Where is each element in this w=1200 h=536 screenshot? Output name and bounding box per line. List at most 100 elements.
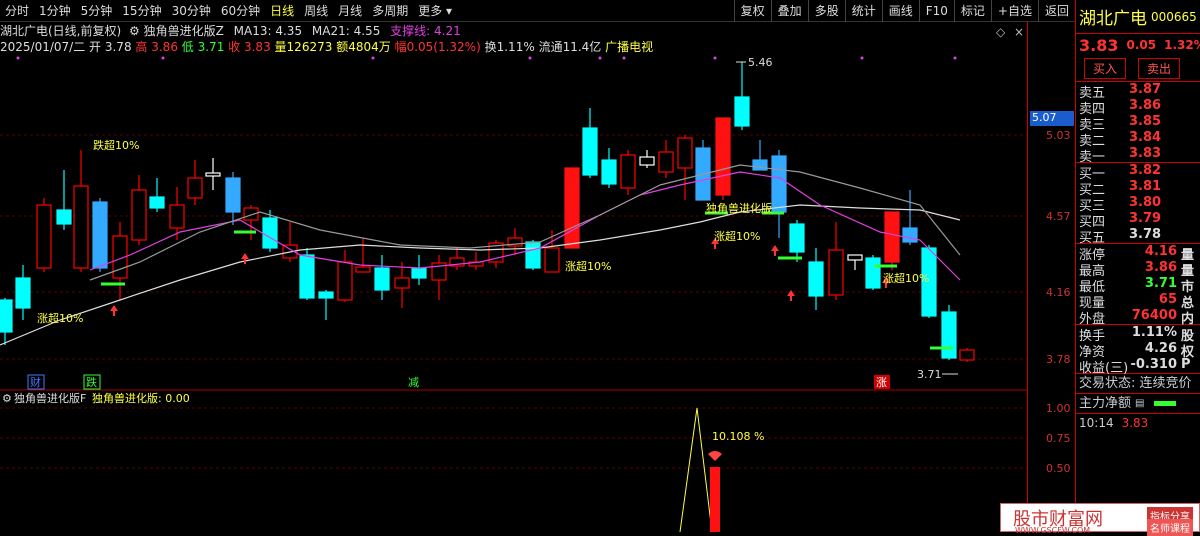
candle-body [620, 154, 636, 189]
marker-zhang-label: 涨 [876, 376, 887, 389]
bid-price: 3.82 [1129, 163, 1162, 178]
stat-value: 1.11% [1131, 325, 1177, 340]
kline-chart[interactable]: 跌超10% 涨超10% 涨超10% 涨超10% 独角兽进化版 涨超10% 5.4… [0, 0, 1075, 532]
stat-label: 净资 [1079, 345, 1106, 360]
candle-body [36, 204, 52, 269]
marker-cai-label: 财 [30, 375, 41, 389]
candle-body [73, 185, 89, 269]
low-label: 3.71 [917, 368, 942, 381]
sub-y-tick: 0.75 [1046, 432, 1071, 445]
stat-unit: 股 [1181, 329, 1195, 344]
ask-label: 卖四 [1079, 102, 1106, 117]
list-icon[interactable]: ▤ [1135, 394, 1144, 414]
stat-unit: 权 [1181, 345, 1195, 360]
candle-body [865, 257, 881, 289]
price-change-pct: 1.32% [1164, 38, 1200, 52]
candles [0, 62, 975, 362]
y-tick: 5.03 [1046, 129, 1071, 142]
stat-value: 4.16 [1144, 244, 1177, 259]
close-icon[interactable]: × [1014, 25, 1024, 39]
stat-label: 涨停 [1079, 248, 1106, 263]
bid-row: 买一 3.82 [1076, 163, 1200, 182]
candle-body [847, 254, 863, 261]
ask-book: 卖五 3.87 卖四 3.86 卖三 3.85 卖二 3.84 卖一 3.83 [1076, 82, 1200, 165]
bid-price: 3.81 [1129, 179, 1162, 194]
bid-book: 买一 3.82 买二 3.81 买三 3.80 买四 3.79 买五 3.78 [1076, 162, 1200, 246]
stat-label: 现量 [1079, 296, 1106, 311]
buy-button[interactable]: 买入 [1084, 58, 1127, 79]
candle-body [884, 211, 900, 263]
candle-body [525, 241, 541, 269]
bid-row: 买四 3.79 [1076, 211, 1200, 230]
watermark-logo: 股市财富网 WWW.GSCFW.COM 指标分享 名师课程 [1000, 503, 1200, 536]
sub-bar [710, 467, 720, 532]
current-price: 3.83 [1079, 35, 1119, 55]
annotation-rise-10: 涨超10% [883, 271, 929, 285]
candle-body [0, 299, 13, 333]
stat-row: 换手 1.11% 股 [1076, 325, 1200, 344]
candle-body [902, 227, 918, 243]
ask-price: 3.83 [1129, 146, 1162, 161]
sub-gear-icon[interactable]: ⚙ [2, 392, 12, 405]
main-net-row: 主力净额 ▤ [1076, 393, 1200, 413]
candle-body [318, 291, 334, 299]
candle-body [828, 249, 844, 296]
ask-row: 卖二 3.84 [1076, 130, 1200, 149]
candle-body [771, 155, 787, 213]
candle-body [355, 266, 371, 273]
candle-body [677, 137, 693, 169]
y-tick: 3.78 [1046, 353, 1071, 366]
marker-jian-label[interactable]: 减 [408, 376, 419, 389]
stat-row: 现量 65 总 [1076, 292, 1200, 311]
stat-row: 收益(三) -0.310 P [1076, 357, 1200, 376]
bid-price: 3.80 [1129, 195, 1162, 210]
ask-row: 卖三 3.85 [1076, 114, 1200, 133]
stat-label: 收益(三) [1079, 361, 1129, 376]
candle-body [92, 201, 108, 269]
tick-time: 10:14 [1079, 416, 1114, 430]
ask-price: 3.86 [1129, 98, 1162, 113]
sub-y-tick: 0.50 [1046, 462, 1071, 475]
stat-row: 外盘 76400 内 [1076, 308, 1200, 327]
candle-body [149, 196, 165, 209]
ask-row: 卖四 3.86 [1076, 98, 1200, 117]
price-axis: 5.07 5.03 4.57 4.16 3.78 1.00 0.75 0.50 [1027, 22, 1075, 532]
watermark-url: WWW.GSCFW.COM [1015, 526, 1091, 535]
stat-unit: 市 [1181, 280, 1195, 295]
bid-label: 买二 [1079, 183, 1106, 198]
candle-body [169, 204, 185, 229]
y-tick: 4.57 [1046, 210, 1071, 223]
candle-body [789, 223, 805, 253]
stock-name: 湖北广电 [1079, 9, 1147, 29]
price-highlight: 5.07 [1030, 111, 1074, 126]
annotation-rise-10: 涨超10% [714, 229, 760, 243]
quote-title: 湖北广电 000665 [1076, 0, 1200, 34]
annotation-fall-10: 跌超10% [93, 138, 139, 152]
ask-row: 卖五 3.87 [1076, 82, 1200, 101]
candle-body [337, 261, 353, 301]
sell-button[interactable]: 卖出 [1138, 58, 1181, 79]
stat-row: 涨停 4.16 量 [1076, 244, 1200, 263]
stats-block-1: 涨停 4.16 量 最高 3.86 量 最低 3.71 市 现量 65 总 外盘 76400 内 [1076, 243, 1200, 327]
stat-row: 净资 4.26 权 [1076, 341, 1200, 360]
bid-label: 买一 [1079, 167, 1106, 182]
candle-body [374, 267, 390, 291]
ask-price: 3.87 [1129, 82, 1162, 97]
stat-label: 最高 [1079, 264, 1106, 279]
candle-body [564, 167, 580, 249]
candle-body [187, 177, 203, 199]
stat-value: 4.26 [1144, 341, 1177, 356]
bid-label: 买三 [1079, 199, 1106, 214]
sub-panel-title[interactable]: 独角兽进化版F [14, 391, 86, 405]
candle-body [658, 151, 674, 173]
main-net-bar [1154, 401, 1177, 406]
candle-body [808, 261, 824, 297]
stat-value: 3.71 [1144, 276, 1177, 291]
ask-label: 卖二 [1079, 134, 1106, 149]
ask-label: 卖三 [1079, 118, 1106, 133]
candle-body [243, 207, 259, 221]
diamond-icon[interactable]: ◇ [996, 25, 1006, 39]
stat-value: 76400 [1131, 308, 1177, 323]
ask-label: 卖一 [1079, 150, 1106, 165]
bid-label: 买四 [1079, 215, 1106, 230]
